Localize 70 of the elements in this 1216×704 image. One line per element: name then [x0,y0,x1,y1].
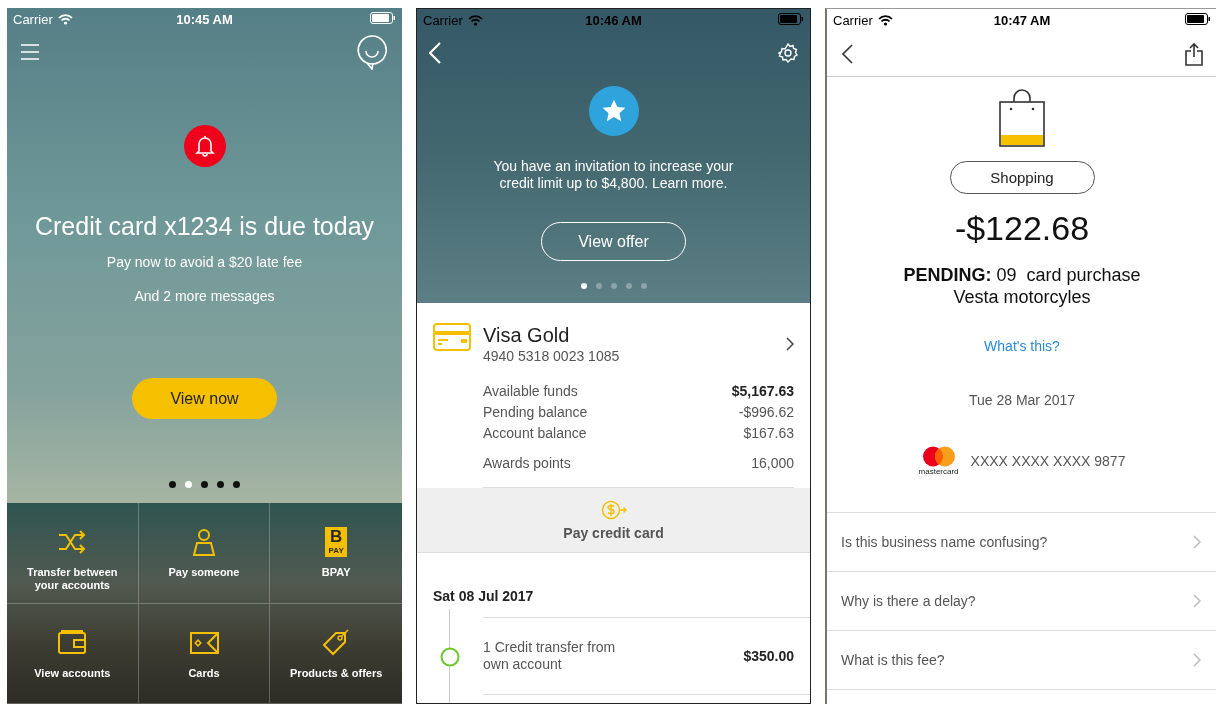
back-icon[interactable] [841,43,853,64]
transaction-amount: -$122.68 [954,208,1090,248]
card-number: 4940 5318 0023 1085 [483,347,621,365]
date-header: Sat 08 Jul 2017 [432,587,535,605]
page-dot[interactable] [201,481,208,488]
alert-subtitle: Pay now to avoid a $20 late fee [106,253,303,272]
points-value: 16,000 [751,454,794,473]
points-label: Awards points [483,454,571,473]
transaction-date: Tue 28 Mar 2017 [968,392,1076,408]
battery-icon [370,11,396,24]
balance-label: Available funds [483,382,578,401]
page-dot[interactable] [169,481,176,488]
status-ring-icon [440,647,460,667]
settings-icon[interactable] [778,43,798,63]
page-dot[interactable] [610,283,617,289]
status-time: 10:47 AM [993,12,1051,28]
balance-label: Pending balance [483,403,588,422]
chat-bubble-icon[interactable] [356,34,388,70]
wifi-icon [877,14,893,26]
pay-credit-card-button[interactable]: Pay credit card [417,488,810,553]
credit-card-icon [433,323,471,351]
page-dot[interactable] [580,283,587,289]
balance-value: -$996.62 [738,403,794,422]
bell-icon [183,125,226,167]
transaction-row[interactable]: 1 Credit transfer from own account $350.00 [483,617,810,695]
shortcut-tile[interactable]: Cards [138,603,271,704]
page-dot[interactable] [233,481,240,488]
bpay-icon: B PAY [325,527,348,557]
balance-value: $5,167.63 [731,382,794,401]
shortcut-tile[interactable]: View accounts [7,603,139,704]
shortcut-tile[interactable]: Products & offers [270,603,402,704]
chevron-right-icon [1193,594,1201,608]
account-name: Visa Gold [483,323,571,347]
page-dot[interactable] [217,481,224,488]
battery-icon [1185,12,1211,25]
shortcut-tile[interactable]: Pay someone [138,503,271,604]
status-time: 10:46 AM [585,12,642,28]
shortcut-tile[interactable]: Transfer between your accounts [7,503,139,604]
tag-icon [321,627,352,658]
whats-this-link[interactable]: What's this? [984,338,1060,354]
share-icon[interactable] [1185,41,1203,66]
transaction-description: 1 Credit transfer from own account [483,639,617,673]
transaction-amount: $350.00 [743,648,794,664]
shopping-bag-icon [999,89,1045,147]
page-dot[interactable] [640,283,647,289]
page-dot[interactable] [185,481,192,488]
chevron-right-icon [1193,535,1201,549]
view-now-button[interactable]: View now [132,378,277,419]
wifi-icon [467,14,483,26]
battery-icon [778,12,804,25]
balance-label: Account balance [483,424,587,443]
alert-title: Credit card x1234 is due today [34,211,375,241]
page-dot[interactable] [595,283,602,289]
wifi-icon [57,13,73,25]
balance-value: $167.63 [743,424,794,443]
chevron-right-icon [1193,653,1201,667]
shortcut-tile[interactable]: B PAY BPAY [270,503,402,604]
carrier-name: Carrier [833,12,873,28]
carrier-name: Carrier [13,11,53,27]
dollar-coin-icon [600,499,627,520]
more-messages-text: And 2 more messages [134,287,275,306]
page-dot[interactable] [625,283,632,289]
status-time: 10:45 AM [176,11,233,27]
menu-icon[interactable] [21,44,39,60]
chevron-right-icon [786,337,794,351]
offer-message: You have an invitation to increase your credit limit up to $4,800. Learn more. [492,158,735,192]
carrier-name: Carrier [423,12,463,28]
category-button[interactable]: Shopping [949,161,1095,194]
masked-card-number: XXXX XXXX XXXX 9877 [970,453,1126,469]
transaction-description: PENDING: 09 card purchase Vesta motorcyles [902,264,1142,308]
